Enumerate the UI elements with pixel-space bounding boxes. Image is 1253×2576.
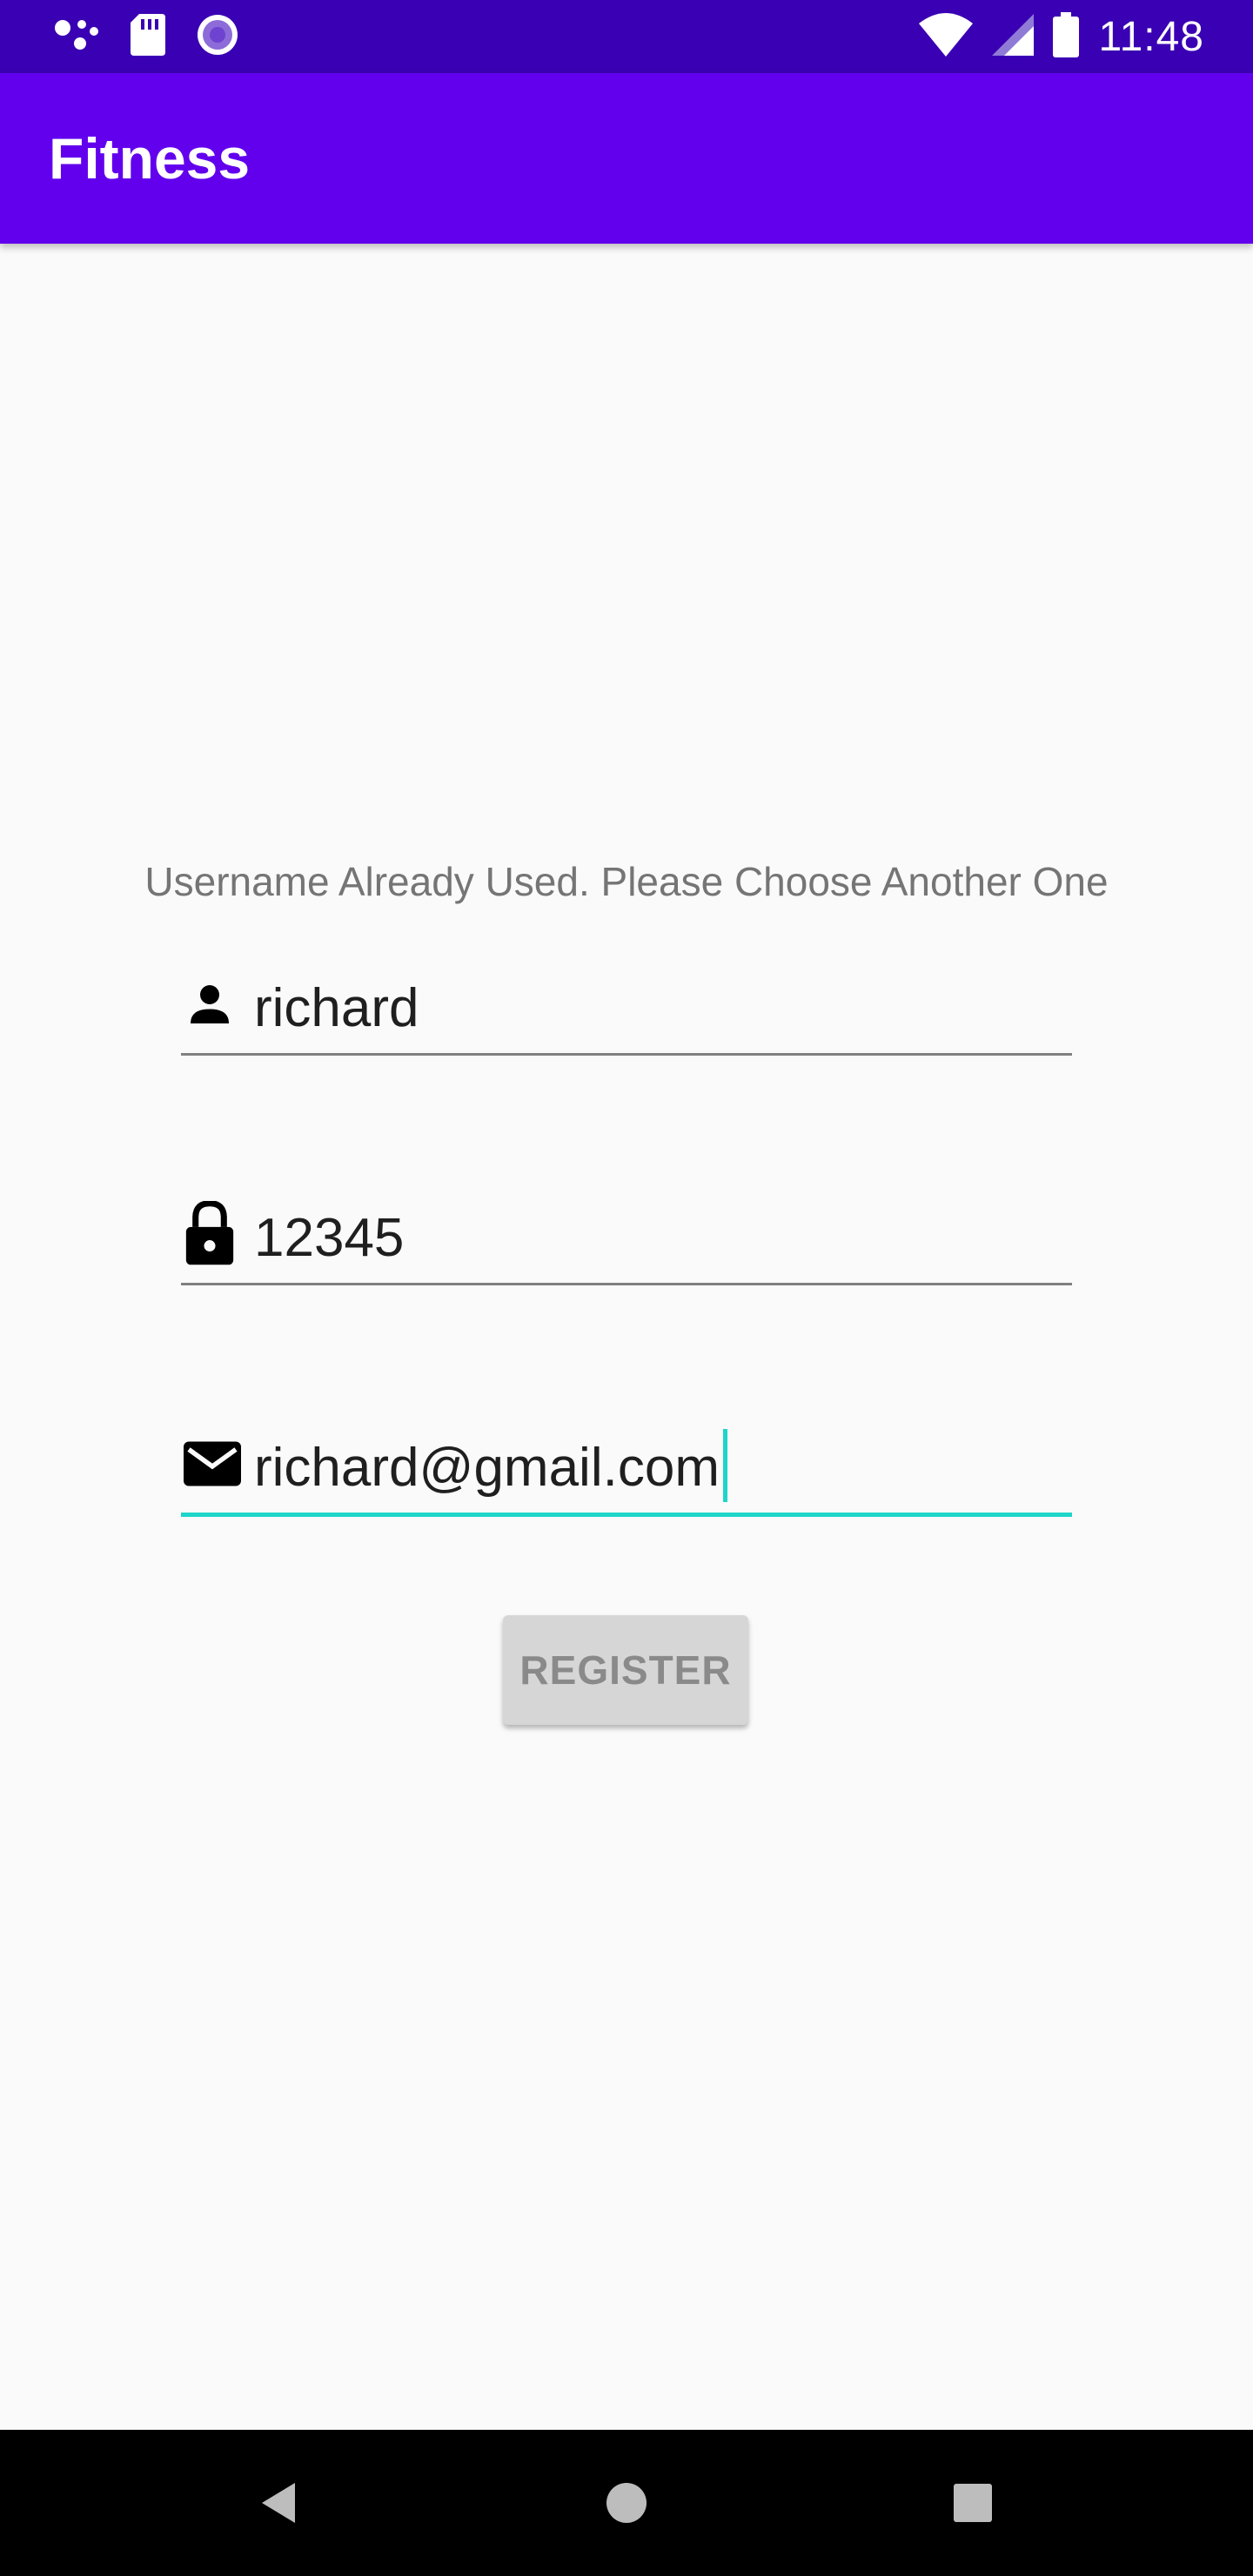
back-icon[interactable] (244, 2430, 313, 2576)
error-message: Username Already Used. Please Choose Ano… (144, 859, 1109, 904)
email-field[interactable]: richard@gmail.com (181, 1417, 1072, 1517)
person-icon (181, 971, 247, 1037)
mail-icon (181, 1431, 247, 1497)
lock-icon (181, 1201, 247, 1267)
app-bar: Fitness (0, 73, 1253, 244)
register-screen: 11:48 Fitness Username Already Used. Ple… (0, 0, 1253, 2576)
status-bar-left (54, 12, 240, 61)
sync-circle-icon (195, 12, 240, 62)
wifi-icon (919, 12, 974, 61)
text-cursor (722, 1429, 727, 1502)
navigation-bar (0, 2430, 1253, 2576)
register-button[interactable]: REGISTER (503, 1615, 748, 1725)
status-time: 11:48 (1098, 13, 1204, 60)
sd-card-icon (131, 13, 165, 60)
password-input[interactable]: 12345 (254, 1207, 404, 1269)
battery-icon (1053, 11, 1080, 62)
username-input[interactable]: richard (254, 977, 419, 1039)
email-input[interactable]: richard@gmail.com (254, 1437, 720, 1499)
cell-signal-icon (992, 13, 1035, 60)
app-title: Fitness (49, 126, 251, 191)
status-bar-right: 11:48 (919, 9, 1204, 64)
status-bar: 11:48 (0, 0, 1253, 73)
password-field[interactable]: 12345 (181, 1187, 1072, 1285)
recents-icon[interactable] (938, 2430, 1008, 2576)
assistant-dots-icon (54, 16, 101, 58)
username-field[interactable]: richard (181, 957, 1072, 1056)
home-icon[interactable] (592, 2430, 661, 2576)
